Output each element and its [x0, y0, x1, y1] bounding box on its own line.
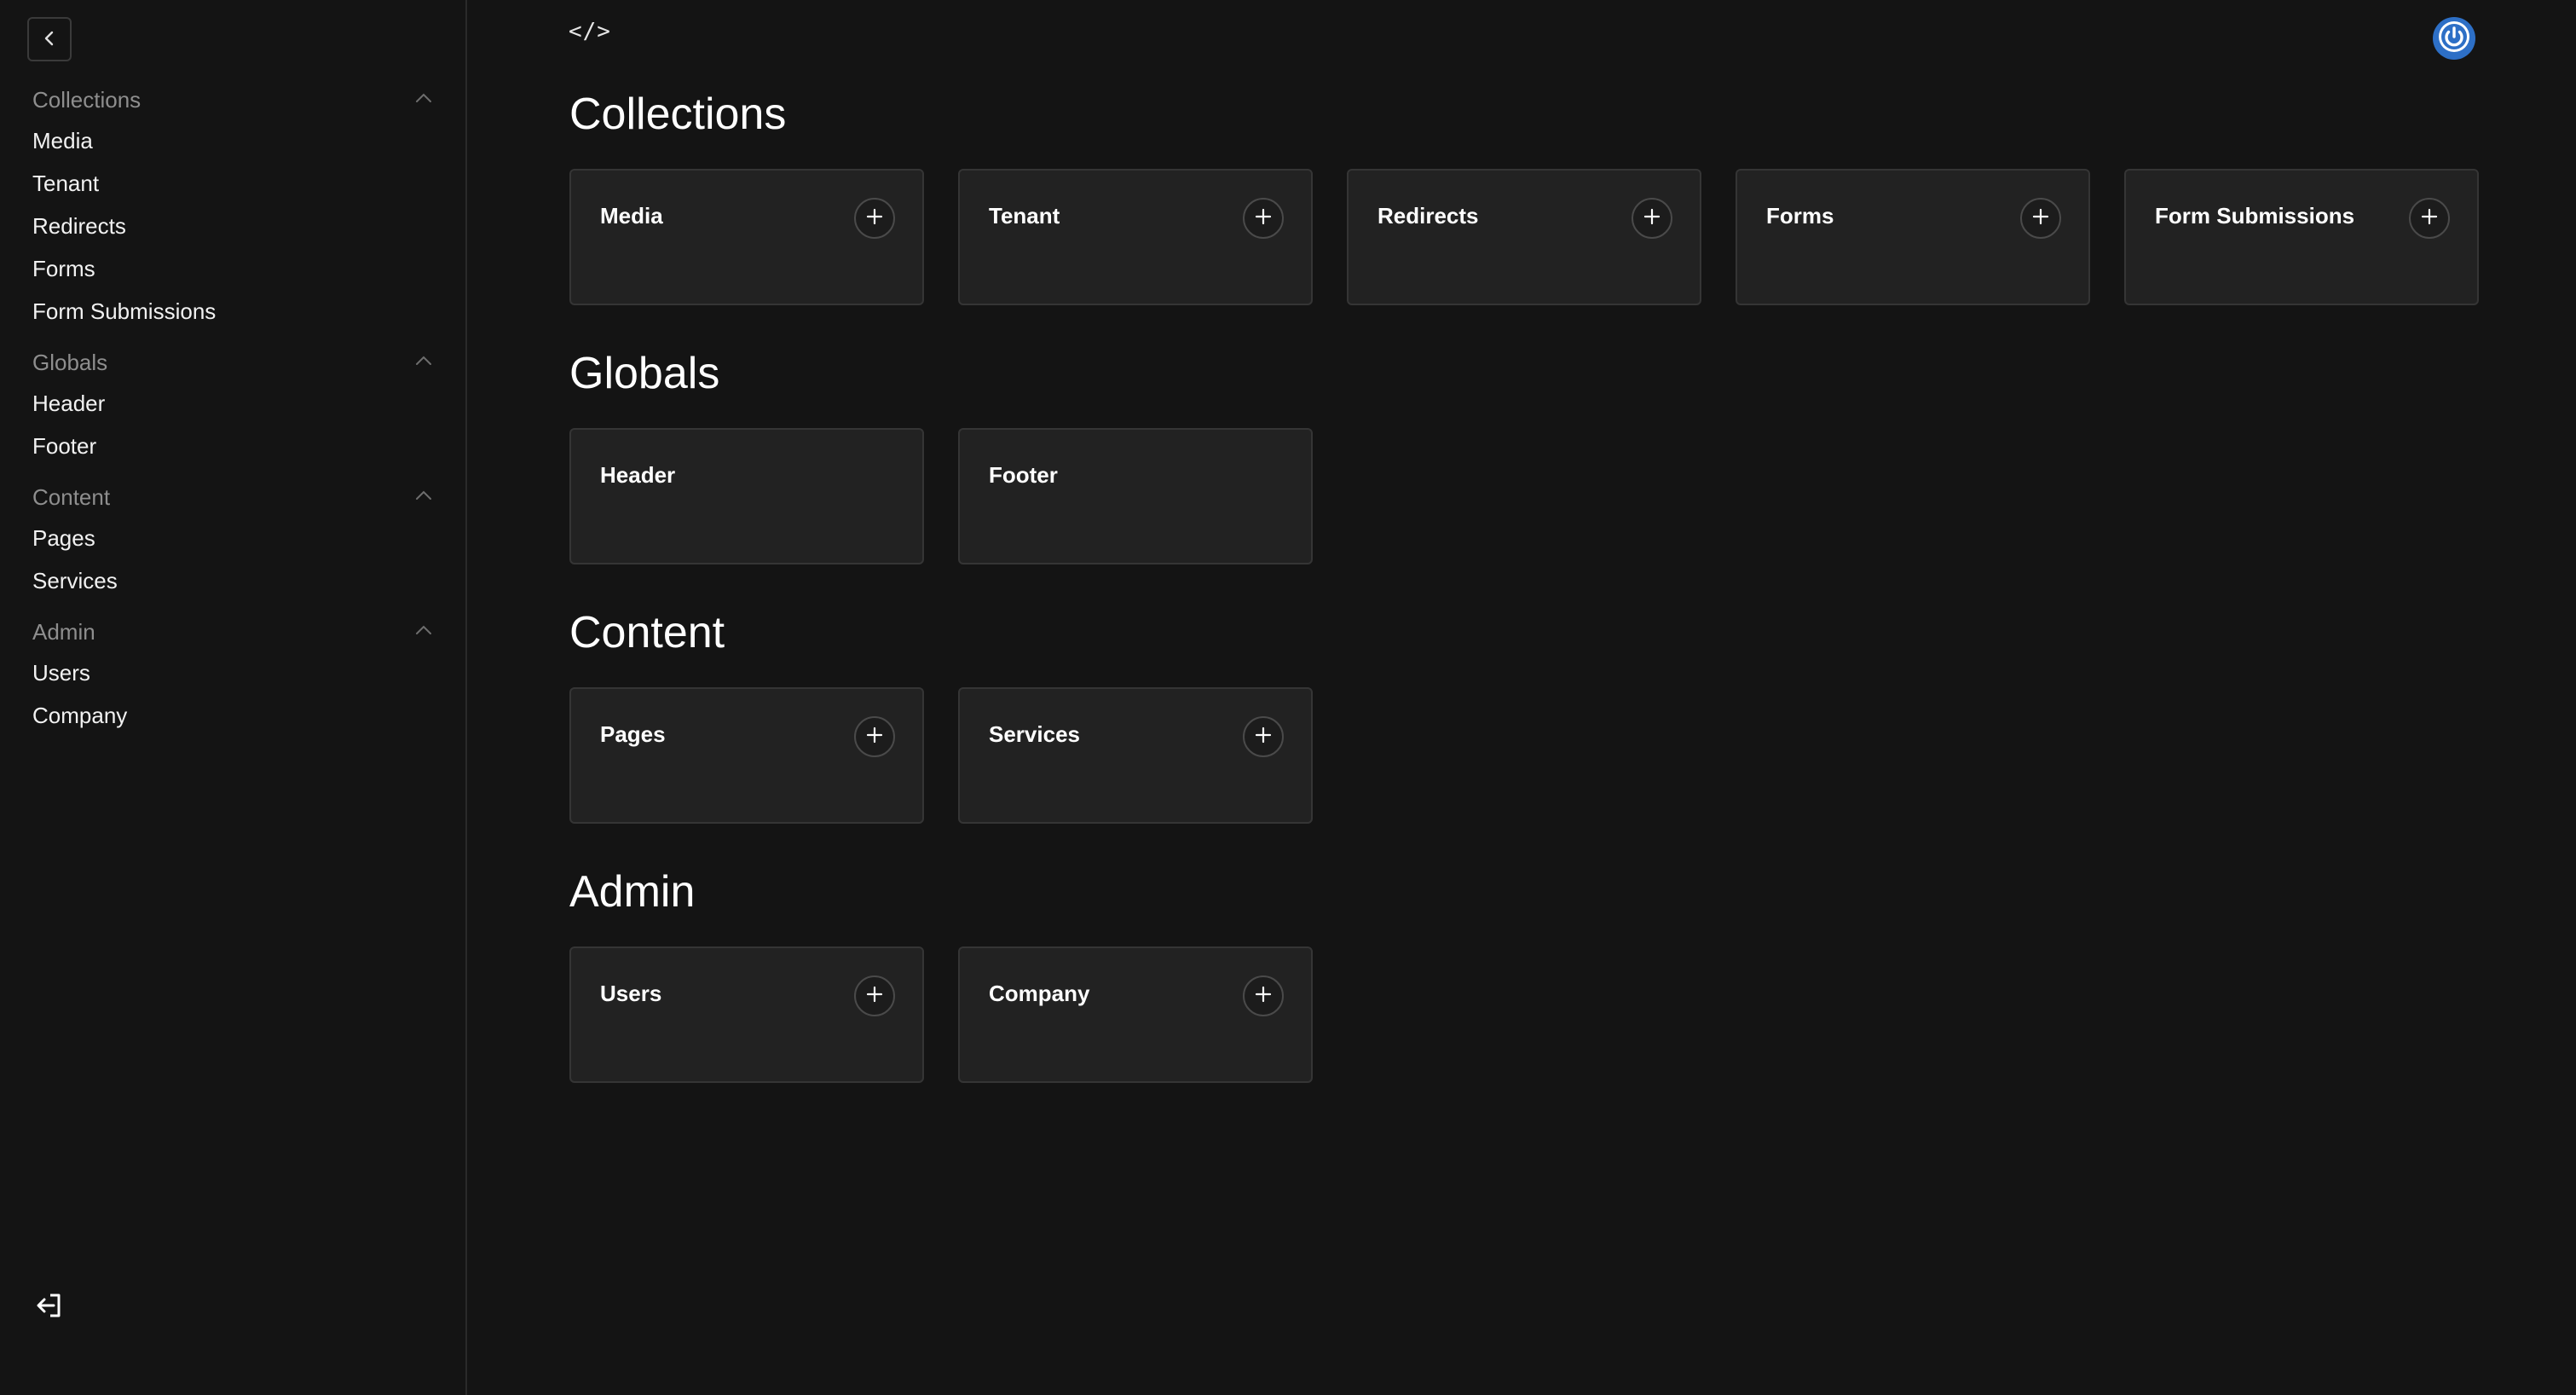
nav-group-admin: Admin Users Company [0, 612, 465, 737]
card-redirects[interactable]: Redirects [1347, 169, 1701, 305]
chevron-left-icon [40, 29, 59, 50]
add-users-button[interactable] [854, 975, 895, 1016]
section-collections: Collections Media Tenant Redirects Forms [569, 89, 2479, 305]
section-content: Content Pages Services [569, 607, 1313, 824]
app: Collections Media Tenant Redirects Forms… [0, 0, 2576, 1395]
chevron-up-icon [414, 92, 433, 108]
card-label: Services [989, 721, 1080, 747]
nav-group-toggle-globals[interactable]: Globals [0, 343, 465, 382]
card-form-submissions[interactable]: Form Submissions [2124, 169, 2479, 305]
plus-icon [1643, 207, 1661, 230]
sidebar-item-pages[interactable]: Pages [0, 517, 465, 559]
card-label: Footer [989, 462, 1058, 488]
brand-logo[interactable]: </> [569, 19, 611, 44]
section-title: Globals [569, 349, 720, 398]
add-services-button[interactable] [1243, 716, 1284, 757]
nav-group-content: Content Pages Services [0, 478, 465, 602]
sidebar-nav: Collections Media Tenant Redirects Forms… [0, 80, 465, 737]
sidebar: Collections Media Tenant Redirects Forms… [0, 0, 467, 1395]
card-users[interactable]: Users [569, 946, 924, 1083]
add-company-button[interactable] [1243, 975, 1284, 1016]
sidebar-item-company[interactable]: Company [0, 694, 465, 737]
account-button[interactable] [2433, 17, 2475, 60]
card-label: Header [600, 462, 676, 488]
dashboard-main: </> Collections Media Tenant Redirects F… [469, 0, 2576, 1395]
chevron-up-icon [414, 489, 433, 506]
logout-button[interactable] [32, 1289, 66, 1323]
card-footer[interactable]: Footer [958, 428, 1313, 564]
card-services[interactable]: Services [958, 687, 1313, 824]
plus-icon [865, 726, 884, 749]
add-redirects-button[interactable] [1632, 198, 1672, 239]
nav-group-label: Collections [32, 86, 142, 113]
card-label: Form Submissions [2155, 203, 2355, 229]
card-label: Redirects [1378, 203, 1479, 229]
nav-group-toggle-collections[interactable]: Collections [0, 80, 465, 119]
card-grid: Pages Services [569, 687, 1313, 824]
card-grid: Header Footer [569, 428, 1313, 564]
card-grid: Media Tenant Redirects Forms Form Submis… [569, 169, 2479, 305]
add-forms-button[interactable] [2020, 198, 2061, 239]
nav-group-globals: Globals Header Footer [0, 343, 465, 467]
sidebar-item-media[interactable]: Media [0, 119, 465, 162]
card-pages[interactable]: Pages [569, 687, 924, 824]
plus-icon [865, 985, 884, 1008]
card-label: Users [600, 981, 662, 1006]
sidebar-item-forms[interactable]: Forms [0, 247, 465, 290]
section-title: Admin [569, 867, 696, 917]
sidebar-item-form-submissions[interactable]: Form Submissions [0, 290, 465, 333]
nav-group-label: Content [32, 483, 111, 510]
sidebar-item-footer[interactable]: Footer [0, 425, 465, 467]
card-header[interactable]: Header [569, 428, 924, 564]
chevron-up-icon [414, 624, 433, 640]
add-form-submissions-button[interactable] [2409, 198, 2450, 239]
card-label: Pages [600, 721, 666, 747]
nav-group-collections: Collections Media Tenant Redirects Forms… [0, 80, 465, 333]
plus-icon [2031, 207, 2050, 230]
sidebar-item-tenant[interactable]: Tenant [0, 162, 465, 205]
plus-icon [865, 207, 884, 230]
power-icon [2437, 20, 2471, 58]
plus-icon [1254, 726, 1273, 749]
plus-icon [1254, 207, 1273, 230]
section-title: Collections [569, 90, 787, 139]
logout-icon [35, 1291, 64, 1323]
section-admin: Admin Users Company [569, 866, 1313, 1083]
nav-group-toggle-content[interactable]: Content [0, 478, 465, 517]
add-media-button[interactable] [854, 198, 895, 239]
add-pages-button[interactable] [854, 716, 895, 757]
card-company[interactable]: Company [958, 946, 1313, 1083]
sidebar-item-users[interactable]: Users [0, 651, 465, 694]
sidebar-item-redirects[interactable]: Redirects [0, 205, 465, 247]
section-globals: Globals Header Footer [569, 348, 1313, 564]
card-label: Tenant [989, 203, 1060, 229]
collapse-sidebar-button[interactable] [27, 17, 72, 61]
card-label: Company [989, 981, 1090, 1006]
nav-group-label: Globals [32, 349, 108, 375]
plus-icon [1254, 985, 1273, 1008]
chevron-up-icon [414, 355, 433, 371]
nav-group-label: Admin [32, 618, 95, 645]
card-grid: Users Company [569, 946, 1313, 1083]
sidebar-item-services[interactable]: Services [0, 559, 465, 602]
card-forms[interactable]: Forms [1736, 169, 2090, 305]
nav-group-toggle-admin[interactable]: Admin [0, 612, 465, 651]
card-label: Forms [1766, 203, 1834, 229]
plus-icon [2420, 207, 2439, 230]
section-title: Content [569, 608, 725, 657]
sidebar-item-header[interactable]: Header [0, 382, 465, 425]
card-media[interactable]: Media [569, 169, 924, 305]
add-tenant-button[interactable] [1243, 198, 1284, 239]
card-tenant[interactable]: Tenant [958, 169, 1313, 305]
card-label: Media [600, 203, 663, 229]
